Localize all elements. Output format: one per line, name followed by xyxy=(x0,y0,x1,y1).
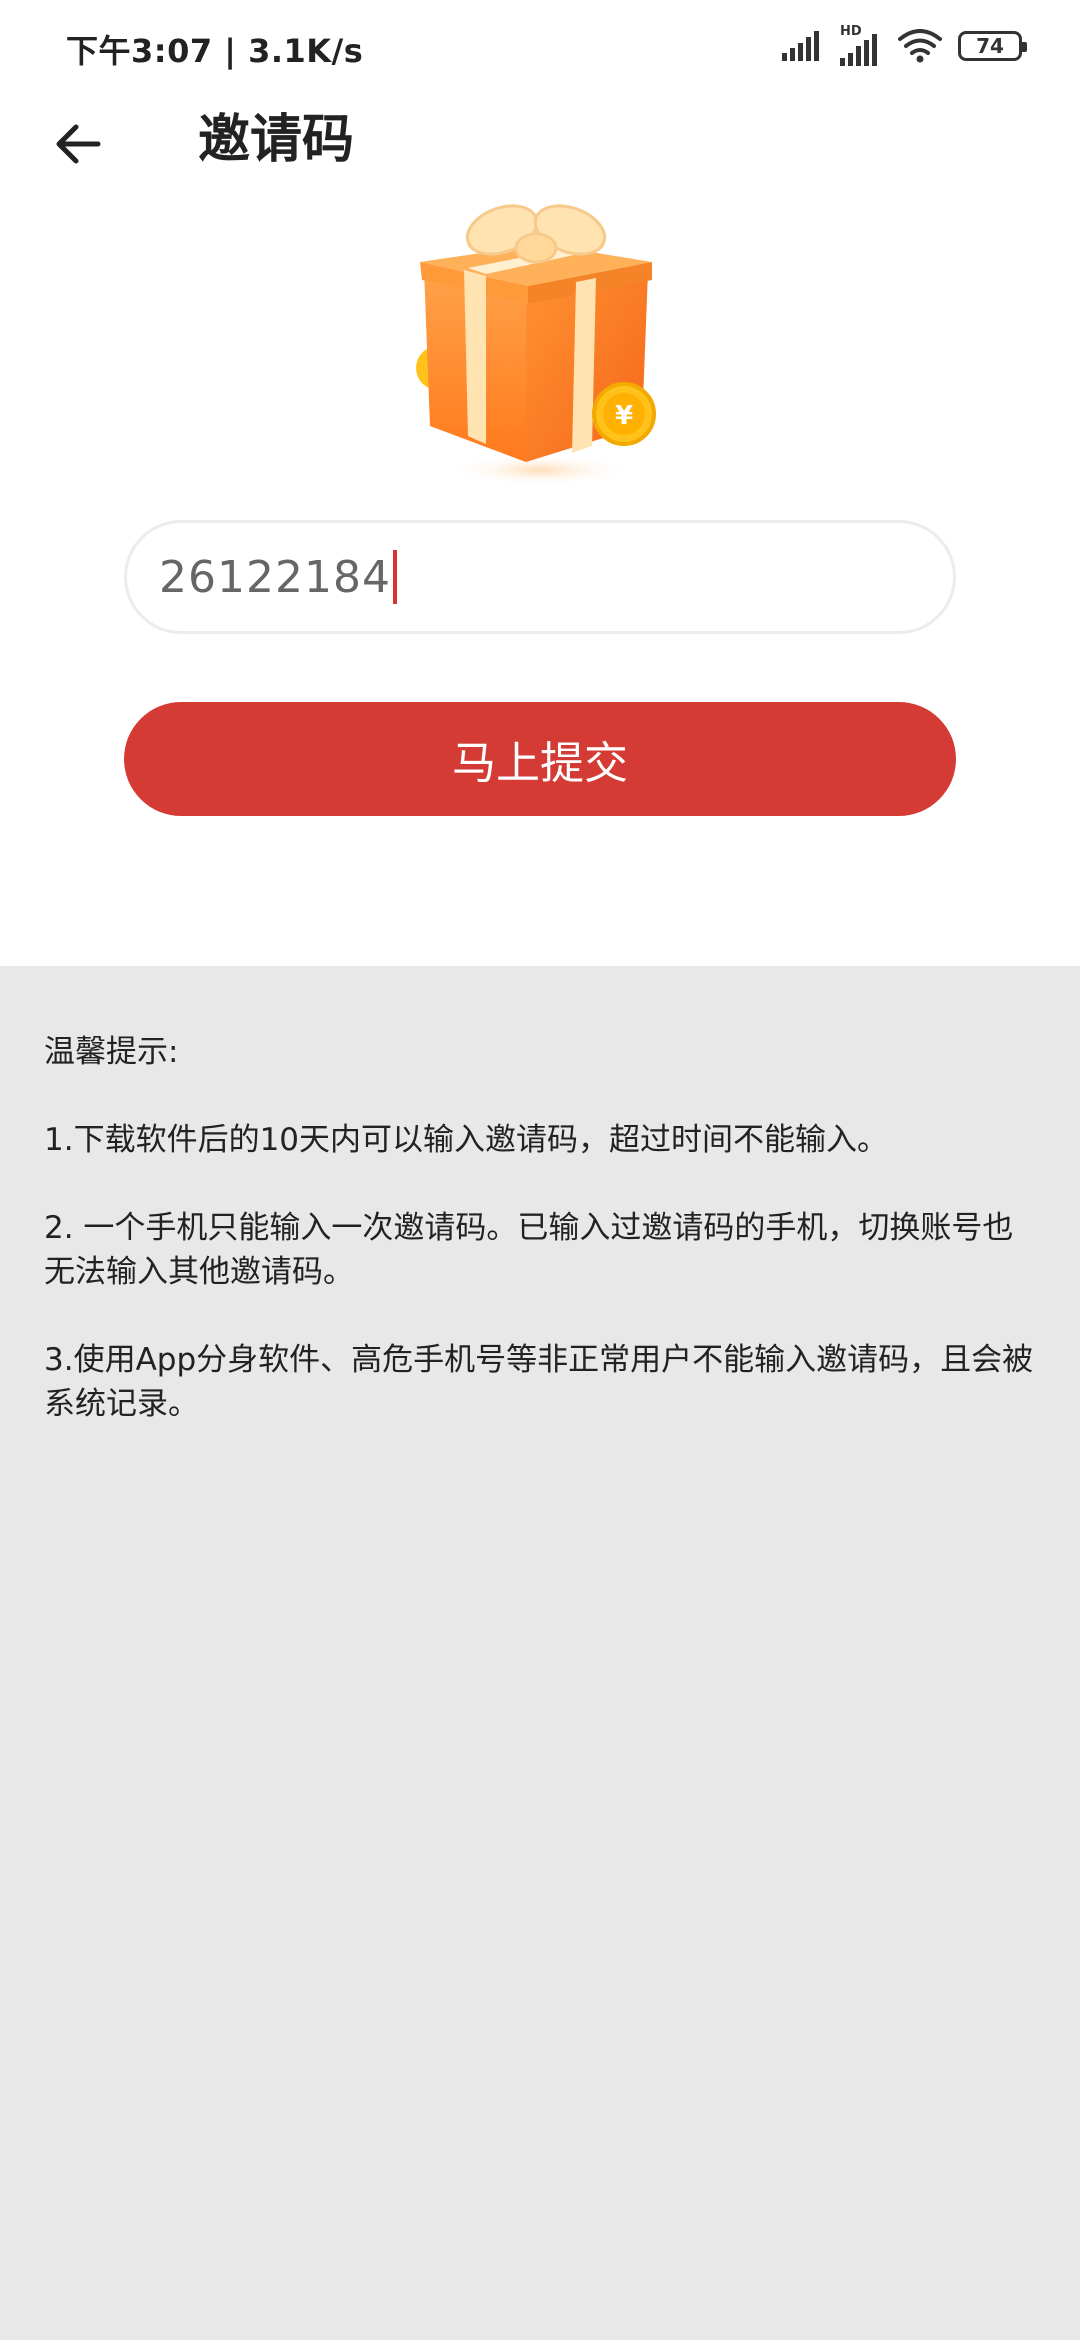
tip-item-3: 3.使用App分身软件、高危手机号等非正常用户不能输入邀请码，且会被系统记录。 xyxy=(44,1342,1034,1422)
back-button[interactable] xyxy=(40,106,116,182)
hd-signal-icon: HD xyxy=(838,24,882,66)
status-icons: HD 74 xyxy=(782,24,1027,66)
signal-icon xyxy=(782,31,819,61)
invite-code-value: 26122184 xyxy=(159,551,391,603)
battery-icon: 74 xyxy=(958,31,1027,61)
invite-code-input[interactable]: 26122184 xyxy=(124,520,956,634)
tip-item-2: 2. 一个手机只能输入一次邀请码。已输入过邀请码的手机，切换账号也无法输入其他邀… xyxy=(44,1210,1014,1290)
tips-section: 温馨提示: 1.下载软件后的10天内可以输入邀请码，超过时间不能输入。 2. 一… xyxy=(44,1030,1044,1426)
tip-item-1: 1.下载软件后的10天内可以输入邀请码，超过时间不能输入。 xyxy=(44,1122,889,1158)
battery-level: 74 xyxy=(976,34,1004,58)
tips-heading: 温馨提示: xyxy=(44,1034,179,1070)
coin-symbol: ¥ xyxy=(615,401,633,431)
wifi-icon xyxy=(898,29,942,63)
main-panel: 下午3:07 | 3.1K/s HD 74 邀请码 ¥ 26122184 马上提… xyxy=(0,0,1080,966)
status-time: 下午3:07 | 3.1K/s xyxy=(66,32,364,70)
arrow-left-icon xyxy=(56,124,101,164)
page-title: 邀请码 xyxy=(198,110,355,170)
text-cursor xyxy=(392,550,397,604)
app-bar: 邀请码 xyxy=(0,92,1080,188)
status-bar: 下午3:07 | 3.1K/s HD 74 xyxy=(0,0,1080,92)
gift-box-icon: ¥ xyxy=(416,204,656,486)
submit-button[interactable]: 马上提交 xyxy=(124,702,956,816)
